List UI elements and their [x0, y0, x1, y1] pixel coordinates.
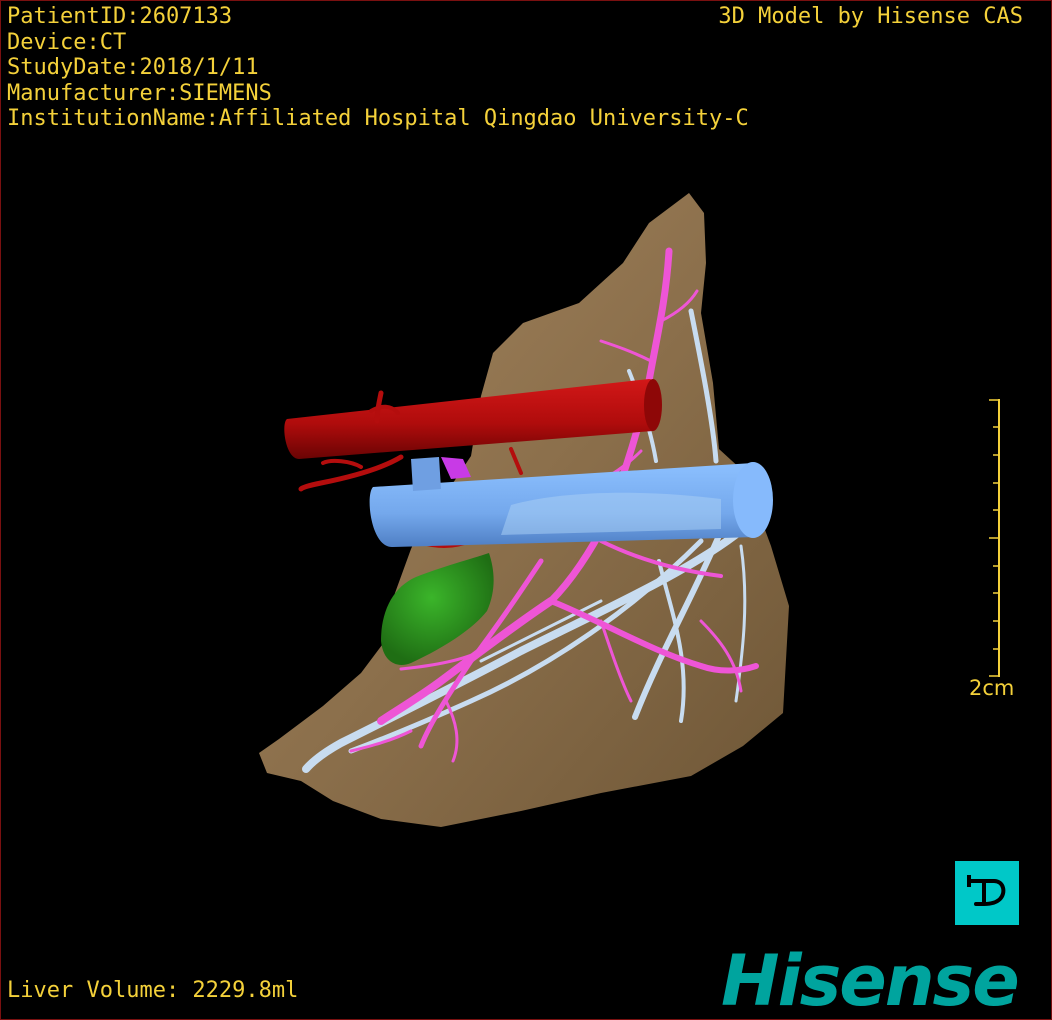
hisense-logo: Hisense: [721, 941, 1020, 1015]
liver-3d-model[interactable]: [1, 1, 1051, 1019]
model-credit-text: 3D Model by Hisense CAS: [718, 4, 1023, 29]
institution-name-text: InstitutionName:Affiliated Hospital Qing…: [7, 106, 749, 131]
patient-info-overlay: PatientID:2607133 Device:CT StudyDate:20…: [7, 4, 749, 132]
p-button[interactable]: [955, 861, 1019, 925]
scale-bar: [989, 399, 1000, 677]
manufacturer-text: Manufacturer:SIEMENS: [7, 80, 272, 106]
hisense-logo-text: Hisense: [721, 941, 1018, 1015]
device-text: Device:CT: [7, 29, 127, 55]
3d-viewport[interactable]: PatientID:2607133 Device:CT StudyDate:20…: [0, 0, 1052, 1020]
liver-volume-text: Liver Volume: 2229.8ml: [7, 978, 299, 1003]
scale-bar-label: 2cm: [969, 676, 1015, 700]
patient-id-text: PatientID:2607133: [7, 4, 233, 29]
study-date-text: StudyDate:2018/1/11: [7, 55, 259, 80]
p-icon: [967, 875, 1006, 906]
